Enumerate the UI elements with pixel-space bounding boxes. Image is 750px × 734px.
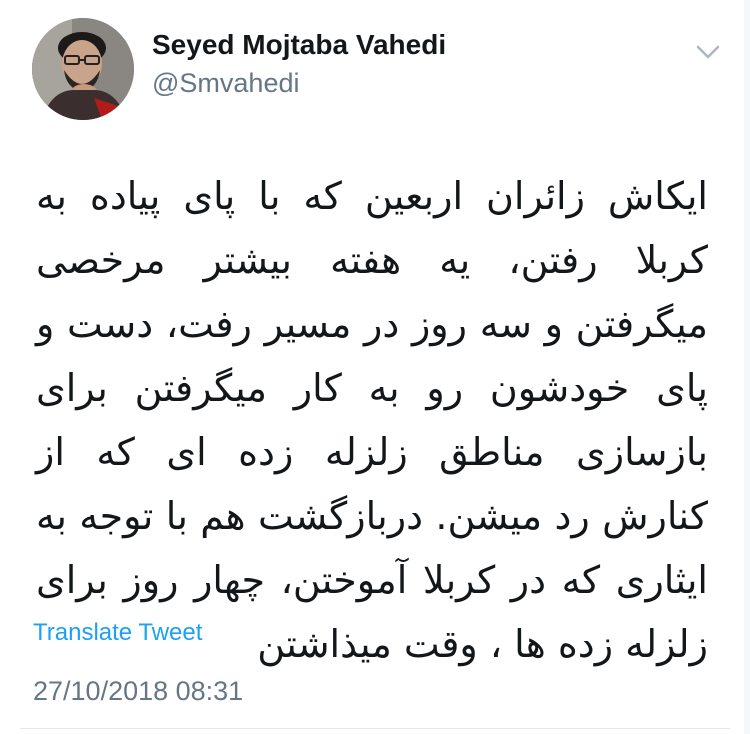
tweet-timestamp: 27/10/2018 08:31	[33, 676, 244, 706]
tweet-card: Seyed Mojtaba Vahedi @Smvahedi ایکاش زائ…	[0, 0, 750, 734]
translate-tweet-link[interactable]: Translate Tweet	[33, 618, 202, 648]
display-name[interactable]: Seyed Mojtaba Vahedi	[152, 28, 446, 62]
user-handle[interactable]: @Smvahedi	[152, 66, 446, 100]
tweet-text: ایکاش زائران اربعین که با پای پیاده به ک…	[36, 174, 708, 666]
avatar[interactable]	[32, 18, 134, 120]
scrollbar-track	[744, 0, 750, 734]
profile-photo-icon	[32, 18, 134, 120]
chevron-down-icon[interactable]	[694, 38, 722, 66]
user-info: Seyed Mojtaba Vahedi @Smvahedi	[152, 28, 446, 100]
divider	[20, 728, 730, 729]
